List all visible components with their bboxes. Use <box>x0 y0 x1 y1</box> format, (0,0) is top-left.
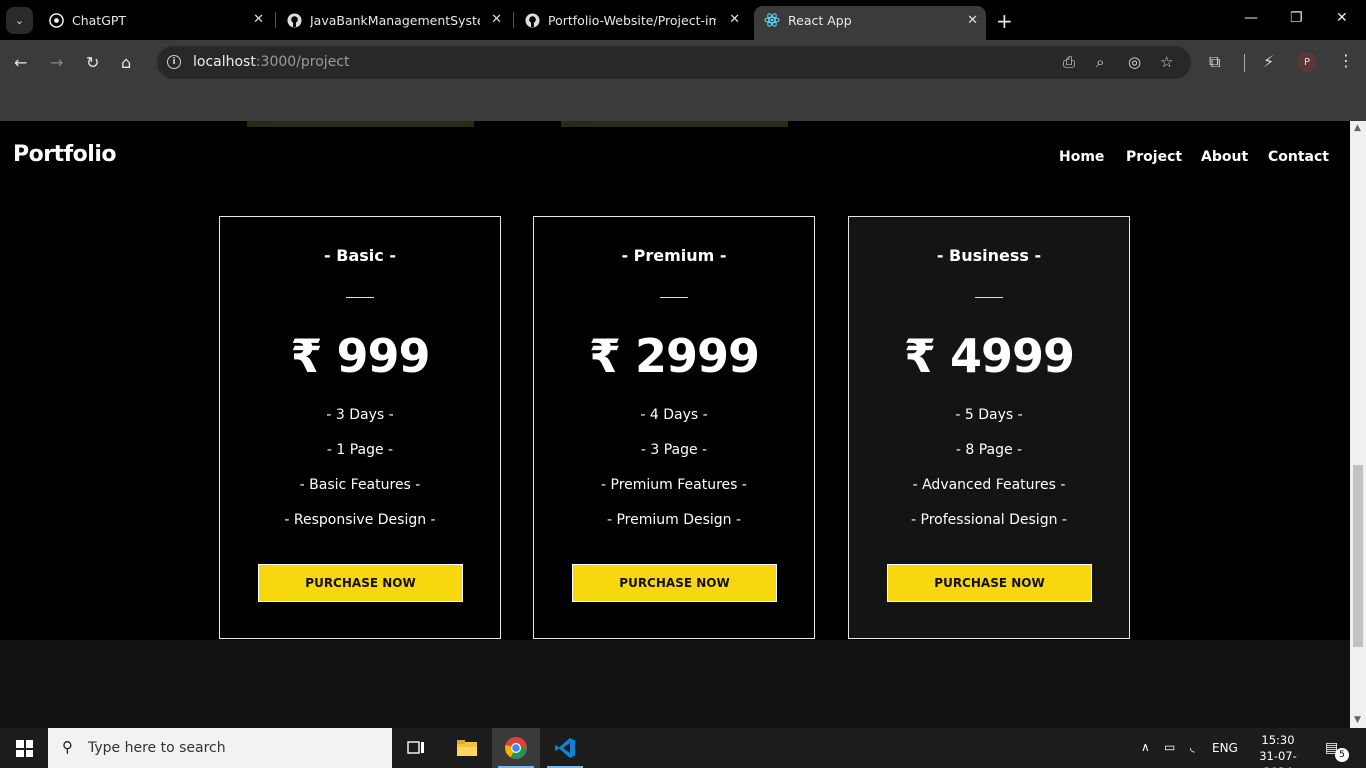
clock-date: 31-07-2024 <box>1259 749 1297 768</box>
zoom-icon[interactable]: ⌕ <box>1096 53 1104 71</box>
close-icon[interactable]: ✕ <box>729 12 740 27</box>
scroll-down-icon[interactable]: ▼ <box>1354 715 1361 725</box>
tab-search-icon[interactable]: ⌄ <box>6 7 33 34</box>
page-top-strip <box>0 85 1366 121</box>
menu-icon[interactable]: ⋮ <box>1338 51 1354 70</box>
tab-github-portfolio[interactable]: Portfolio-Website/Project-imgs ✕ <box>514 6 748 34</box>
card-feature: - Premium Features - <box>601 477 747 493</box>
purchase-button[interactable]: PURCHASE NOW <box>258 564 463 602</box>
url-path: :3000/project <box>255 54 350 70</box>
home-icon[interactable]: ⌂ <box>121 53 131 72</box>
file-explorer-icon[interactable] <box>443 728 491 768</box>
install-app-icon[interactable]: ⎙ <box>1063 53 1075 71</box>
back-icon[interactable]: ← <box>14 53 27 72</box>
toolbar-divider <box>1244 54 1245 72</box>
card-feature: - Professional Design - <box>911 512 1067 528</box>
scroll-up-icon[interactable]: ▲ <box>1354 123 1361 133</box>
performance-icon[interactable]: ⚡ <box>1263 52 1274 71</box>
close-icon[interactable]: ✕ <box>491 12 502 27</box>
card-feature: - Premium Design - <box>606 512 742 528</box>
page-viewport: Portfolio Home Project About Contact - B… <box>0 121 1350 728</box>
card-divider <box>346 297 374 298</box>
previous-section-edge <box>247 121 474 127</box>
card-feature: - Basic Features - <box>299 477 421 493</box>
wifi-icon[interactable]: ◟ <box>1190 740 1195 754</box>
github-icon <box>524 12 540 28</box>
tab-strip: ⌄ ChatGPT ✕ JavaBankManagementSystem/R ✕… <box>0 0 1366 40</box>
card-price: ₹ 999 <box>290 329 430 383</box>
card-feature: - Responsive Design - <box>284 512 436 528</box>
card-feature: - Advanced Features - <box>912 477 1066 493</box>
close-window-icon[interactable]: ✕ <box>1336 10 1348 26</box>
chatgpt-icon <box>48 12 64 28</box>
lens-icon[interactable]: ◎ <box>1128 53 1141 71</box>
chrome-taskbar-icon[interactable] <box>492 728 540 768</box>
page-scrollbar[interactable]: ▲ ▼ <box>1350 121 1366 728</box>
react-icon <box>764 12 780 28</box>
notification-badge: 5 <box>1335 748 1349 762</box>
reload-icon[interactable]: ↻ <box>86 53 99 72</box>
card-title: - Business - <box>936 246 1042 265</box>
card-divider <box>975 297 1003 298</box>
purchase-button[interactable]: PURCHASE NOW <box>887 564 1092 602</box>
tab-title: ChatGPT <box>72 12 127 28</box>
card-title: - Premium - <box>621 246 727 265</box>
extensions-icon[interactable]: ⧉ <box>1209 52 1220 72</box>
clock[interactable]: 15:30 31-07-2024 <box>1246 732 1310 768</box>
tab-chatgpt[interactable]: ChatGPT ✕ <box>38 6 272 34</box>
card-price: ₹ 4999 <box>903 329 1075 383</box>
search-icon: ⚲ <box>62 738 73 756</box>
windows-start-icon[interactable] <box>16 740 33 757</box>
profile-avatar[interactable]: P <box>1297 52 1317 72</box>
vscode-icon[interactable] <box>541 728 589 768</box>
pricing-card-business: - Business - ₹ 4999 - 5 Days - - 8 Page … <box>848 216 1130 639</box>
url-host: localhost <box>193 54 256 70</box>
site-logo[interactable]: Portfolio <box>13 142 117 167</box>
tab-github-bank[interactable]: JavaBankManagementSystem/R ✕ <box>276 6 510 34</box>
tab-title: Portfolio-Website/Project-imgs <box>548 12 716 28</box>
card-feature: - 5 Days - <box>955 407 1023 423</box>
card-feature: - 8 Page - <box>955 442 1023 458</box>
minimize-icon[interactable]: — <box>1244 10 1258 26</box>
card-divider <box>660 297 688 298</box>
nav-project[interactable]: Project <box>1126 149 1182 165</box>
card-title: - Basic - <box>324 246 396 265</box>
github-icon <box>286 12 302 28</box>
url-text[interactable]: localhost:3000/project <box>193 54 350 70</box>
restore-icon[interactable]: ❐ <box>1290 10 1303 26</box>
search-placeholder: Type here to search <box>88 740 226 756</box>
clock-time: 15:30 <box>1261 733 1295 747</box>
card-price: ₹ 2999 <box>588 329 760 383</box>
bookmark-star-icon[interactable]: ☆ <box>1160 53 1173 71</box>
tab-react-app[interactable]: React App ✕ <box>754 6 986 40</box>
card-feature: - 1 Page - <box>326 442 394 458</box>
pricing-card-basic: - Basic - ₹ 999 - 3 Days - - 1 Page - - … <box>219 216 501 639</box>
tab-title: JavaBankManagementSystem/R <box>310 12 480 28</box>
battery-icon[interactable]: ▭ <box>1164 740 1175 754</box>
browser-toolbar: ← → ↻ ⌂ i localhost:3000/project ⎙ ⌕ ◎ ☆… <box>0 40 1366 85</box>
card-feature: - 4 Days - <box>640 407 708 423</box>
close-icon[interactable]: ✕ <box>967 13 978 28</box>
site-info-icon[interactable]: i <box>167 55 181 69</box>
nav-contact[interactable]: Contact <box>1268 149 1329 165</box>
address-bar[interactable]: i localhost:3000/project ⎙ ⌕ ◎ ☆ <box>157 46 1191 79</box>
close-icon[interactable]: ✕ <box>253 12 264 27</box>
new-tab-icon[interactable]: + <box>996 9 1013 33</box>
tab-title: React App <box>788 12 852 28</box>
purchase-button[interactable]: PURCHASE NOW <box>572 564 777 602</box>
footer-band <box>0 640 1350 728</box>
pricing-card-premium: - Premium - ₹ 2999 - 4 Days - - 3 Page -… <box>533 216 815 639</box>
tray-expand-icon[interactable]: ∧ <box>1141 740 1150 754</box>
nav-about[interactable]: About <box>1201 149 1248 165</box>
language-indicator[interactable]: ENG <box>1212 741 1238 755</box>
previous-section-edge <box>561 121 788 127</box>
task-view-icon[interactable] <box>392 728 440 768</box>
forward-icon[interactable]: → <box>50 53 63 72</box>
nav-home[interactable]: Home <box>1059 149 1104 165</box>
taskbar-search[interactable]: ⚲ Type here to search <box>48 728 392 768</box>
windows-taskbar: ⚲ Type here to search ∧ ▭ ◟ ENG 15:30 31… <box>0 728 1366 768</box>
card-feature: - 3 Page - <box>640 442 708 458</box>
card-feature: - 3 Days - <box>326 407 394 423</box>
scrollbar-thumb[interactable] <box>1353 465 1363 647</box>
